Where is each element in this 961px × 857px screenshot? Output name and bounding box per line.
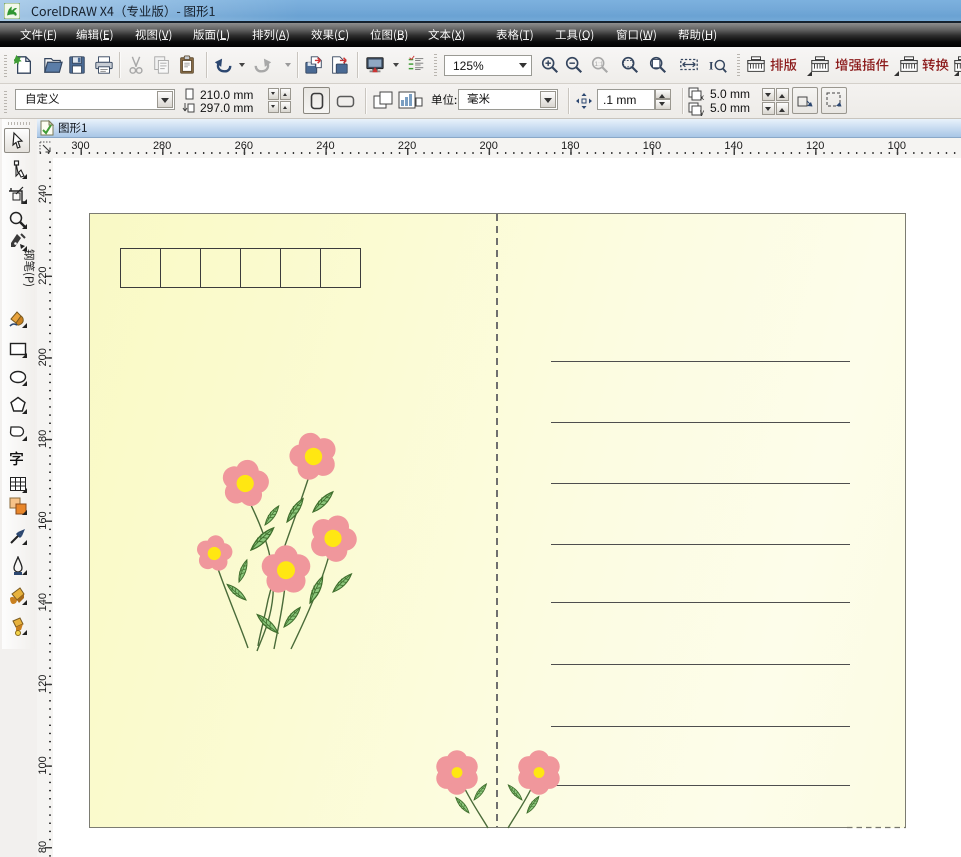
- svg-text:140: 140: [724, 140, 742, 152]
- svg-text:200: 200: [37, 348, 49, 366]
- svg-text:160: 160: [643, 140, 661, 152]
- svg-text:180: 180: [37, 430, 49, 448]
- svg-text:y: y: [700, 108, 704, 116]
- svg-text:240: 240: [316, 140, 334, 152]
- svg-text:300: 300: [71, 140, 89, 152]
- svg-text:160: 160: [37, 511, 49, 529]
- svg-text:80: 80: [37, 841, 49, 853]
- svg-text:220: 220: [37, 266, 49, 284]
- svg-text:120: 120: [806, 140, 824, 152]
- svg-text:140: 140: [37, 593, 49, 611]
- svg-text:280: 280: [153, 140, 171, 152]
- svg-text:I: I: [709, 59, 714, 73]
- svg-text:240: 240: [37, 185, 49, 203]
- svg-text:200: 200: [479, 140, 497, 152]
- svg-text:100: 100: [37, 756, 49, 774]
- svg-text:1:1: 1:1: [595, 61, 604, 68]
- svg-text:100: 100: [888, 140, 906, 152]
- svg-text:120: 120: [37, 675, 49, 693]
- svg-text:220: 220: [398, 140, 416, 152]
- svg-text:180: 180: [561, 140, 579, 152]
- svg-text:x: x: [700, 93, 704, 101]
- svg-text:260: 260: [235, 140, 253, 152]
